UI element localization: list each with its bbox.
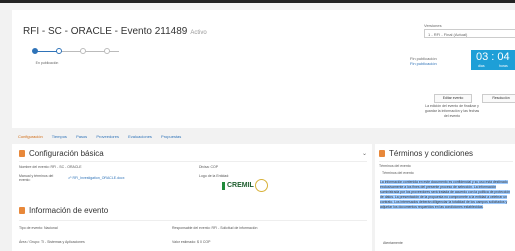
event-responsible-value: RFI - Solicitud de información: [211, 226, 258, 230]
timer-value: 03 : 04: [476, 51, 510, 63]
attachment-link[interactable]: RFI_Investigation_ORACLE.docx: [73, 176, 125, 180]
tab-bar: Configuración Tiempos Pasos Proveedores …: [18, 134, 189, 139]
stepper-current-label: En publicación: [35, 61, 59, 65]
attachment-field: ☍ RFI_Investigation_ORACLE.docx: [68, 176, 124, 180]
logo-text: CREMIL: [227, 182, 254, 189]
tab-proveedores[interactable]: Proveedores: [96, 134, 119, 139]
logo-bar: [222, 182, 225, 190]
divider: [379, 161, 513, 162]
tab-configuracion[interactable]: Configuración: [18, 134, 43, 139]
stepper-dot-3[interactable]: [80, 48, 86, 54]
event-name-value: RFI - SC - ORACLE: [50, 165, 82, 169]
countdown-timer: 03 : 04 días horas: [471, 50, 515, 70]
event-type-field: Tipo de evento: Nacional: [19, 226, 58, 230]
stepper-line-pending: [59, 51, 119, 52]
attachment-label: Manual y términos del evento:: [19, 174, 54, 182]
divider: [19, 220, 367, 221]
stepper-dot-1[interactable]: [32, 48, 38, 54]
config-section-title[interactable]: Configuración básica: [19, 149, 104, 158]
config-title-text: Configuración básica: [29, 149, 104, 158]
event-name-label: Nombre del evento:: [19, 165, 50, 169]
version-label: Versiones: [424, 23, 442, 28]
chevron-down-icon[interactable]: ⌄: [362, 150, 367, 157]
event-responsible-label: Responsable del evento:: [172, 226, 211, 230]
event-type-value: Nacional: [43, 226, 58, 230]
tab-tiempos[interactable]: Tiempos: [52, 134, 67, 139]
terms-body: La información contenida en este documen…: [380, 180, 512, 210]
terms-subtitle: Términos del evento: [379, 164, 411, 168]
event-header: RFI - SC - ORACLE - Evento 211489 Activo …: [12, 10, 515, 128]
config-panel: Configuración básica ⌄ Nombre del evento…: [12, 144, 372, 251]
tab-evaluaciones[interactable]: Evaluaciones: [128, 134, 152, 139]
document-icon: [379, 150, 385, 157]
page-title: RFI - SC - ORACLE - Evento 211489 Activo: [23, 26, 207, 37]
gear-icon: [19, 150, 25, 157]
event-title: RFI - SC - ORACLE - Evento 211489: [23, 26, 188, 37]
timer-sub-days: días: [478, 64, 485, 68]
stepper-dot-4[interactable]: [104, 48, 110, 54]
event-responsible-field: Responsable del evento: RFI - Solicitud …: [172, 226, 257, 230]
tab-propuestas[interactable]: Propuestas: [161, 134, 181, 139]
edit-event-button[interactable]: Editar evento: [434, 94, 472, 103]
event-type-label: Tipo de evento:: [19, 226, 43, 230]
timer-sub-hours: horas: [499, 64, 508, 68]
terms-section-title[interactable]: Términos y condiciones: [379, 149, 473, 158]
currency-field: Divisa: COP: [199, 165, 218, 169]
divider: [19, 161, 367, 162]
event-name-field: Nombre del evento: RFI - SC - ORACLE: [19, 165, 82, 169]
area-field: Área / Grupo: TI - Sistemas y Aplicacion…: [19, 240, 85, 244]
area-label: Área / Grupo:: [19, 240, 41, 244]
version-select[interactable]: 1 - RFI - Final (Actual): [424, 29, 515, 38]
terms-footer: Atentamente: [383, 241, 403, 245]
logo-seal: [255, 179, 268, 192]
event-info-title-text: Información de evento: [29, 206, 109, 215]
currency-value: COP: [210, 165, 219, 169]
budget-label: Valor estimado:: [172, 240, 197, 244]
time-label: Fin publicación Fin publicación: [410, 56, 437, 66]
top-border: [0, 0, 515, 3]
entity-logo: CREMIL: [222, 179, 270, 193]
entity-logo-label: Logo de la Entidad:: [199, 174, 230, 178]
terms-body-text: La información contenida en este documen…: [380, 180, 511, 209]
stepper-dot-2[interactable]: [56, 48, 62, 54]
budget-value: $ 0 COP: [197, 240, 211, 244]
event-info-section-title[interactable]: Información de evento: [19, 206, 108, 215]
currency-label: Divisa:: [199, 165, 210, 169]
terms-panel: Términos y condiciones Términos del even…: [375, 144, 515, 251]
edit-note: La edición del evento de finalizar y gua…: [424, 104, 480, 118]
info-icon: [19, 207, 25, 214]
tab-pasos[interactable]: Pasos: [76, 134, 87, 139]
terms-intro: Términos del evento: [382, 171, 414, 175]
budget-field: Valor estimado: $ 0 COP: [172, 240, 210, 244]
paperclip-icon: ☍: [68, 176, 72, 180]
resolution-button[interactable]: Resolución: [482, 94, 515, 103]
area-value: TI - Sistemas y Aplicaciones: [40, 240, 85, 244]
time-label-2: Fin publicación: [410, 61, 437, 66]
status-badge: Activo: [190, 30, 207, 36]
terms-title-text: Términos y condiciones: [389, 149, 474, 158]
